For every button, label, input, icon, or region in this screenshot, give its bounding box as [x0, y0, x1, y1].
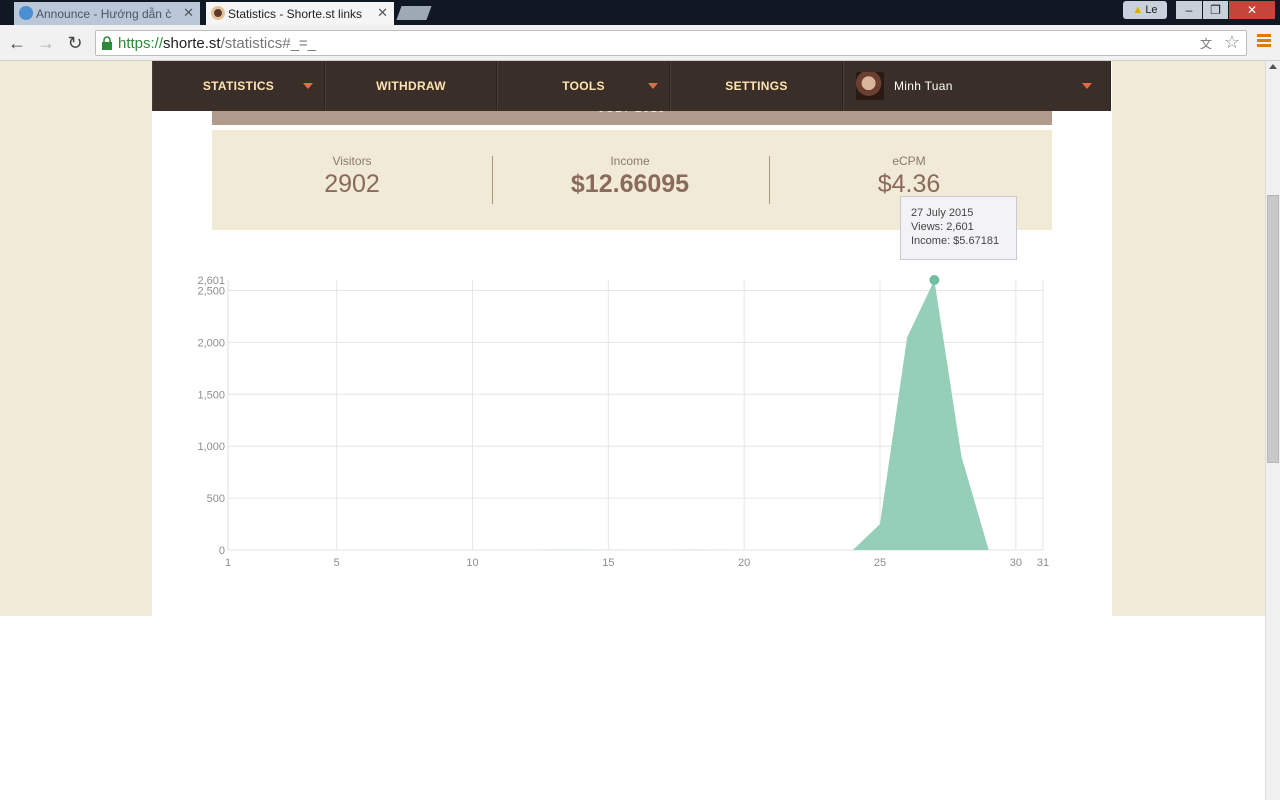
- restore-button[interactable]: ❐: [1203, 1, 1228, 19]
- chart-tooltip: 27 July 2015 Views: 2,601 Income: $5.671…: [900, 196, 1017, 260]
- views-chart[interactable]: 1 5 10 15 20 25 30 3105001,0001,5002,0002,5002,…: [180, 265, 1060, 575]
- window-close-button[interactable]: ✕: [1229, 1, 1275, 19]
- nav-withdraw-label: WITHDRAW: [376, 79, 446, 93]
- close-icon[interactable]: ✕: [377, 5, 388, 21]
- y-tick-label: 2,000: [197, 337, 225, 349]
- divider: [769, 156, 770, 204]
- y-tick-label: 500: [207, 493, 225, 505]
- tab-announce[interactable]: Announce - Hướng dẫn c̀ ✕: [14, 2, 200, 25]
- x-tick-label: 20: [738, 557, 750, 569]
- tooltip-date: 27 July 2015: [911, 207, 974, 219]
- site-navigation: STATISTICS WITHDRAW TOOLS SETTINGS Minh …: [152, 61, 1111, 111]
- reload-icon[interactable]: ↻: [64, 32, 86, 54]
- browser-tab-strip: Announce - Hướng dẫn c̀ ✕ Statistics - S…: [0, 0, 1280, 25]
- url-scheme: https://: [118, 34, 164, 52]
- announce-favicon-icon: [19, 6, 33, 20]
- visitors-stat: Visitors 2902: [272, 154, 432, 199]
- views-area: [228, 280, 1043, 550]
- x-tick-label: 30: [1010, 557, 1022, 569]
- back-arrow-icon[interactable]: ←: [6, 32, 28, 54]
- income-stat: Income $12.66095: [540, 154, 720, 199]
- nav-user-menu[interactable]: Minh Tuan: [843, 61, 1111, 111]
- lock-icon: [102, 36, 112, 50]
- x-tick-label: 10: [466, 557, 478, 569]
- nav-tools-label: TOOLS: [562, 79, 605, 93]
- url-host: shorte.st: [163, 34, 221, 52]
- page-scrollbar[interactable]: [1265, 61, 1280, 800]
- divider: [492, 156, 493, 204]
- nav-statistics[interactable]: STATISTICS: [152, 61, 325, 111]
- warning-icon: ▲: [1132, 4, 1144, 16]
- translate-icon[interactable]: 文: [1200, 35, 1216, 51]
- income-label: Income: [610, 154, 650, 168]
- y-max-label: 2,601: [197, 275, 225, 287]
- page-footer-area: [0, 616, 1265, 800]
- ecpm-label: eCPM: [892, 154, 926, 168]
- forward-arrow-icon[interactable]: →: [35, 32, 57, 54]
- new-tab-button[interactable]: [396, 6, 432, 20]
- nav-withdraw[interactable]: WITHDRAW: [325, 61, 497, 111]
- ecpm-value: $4.36: [877, 170, 941, 198]
- url-path: /statistics#_=_: [220, 34, 317, 52]
- scroll-up-arrow-icon[interactable]: [1269, 64, 1277, 69]
- x-tick-label: 5: [334, 557, 340, 569]
- nav-settings[interactable]: SETTINGS: [670, 61, 843, 111]
- y-tick-label: 1,500: [197, 389, 225, 401]
- y-tick-label: 1,000: [197, 441, 225, 453]
- dropdown-caret-icon: [303, 83, 313, 89]
- user-name: Minh Tuan: [894, 79, 953, 93]
- tooltip-views: Views: 2,601: [911, 221, 974, 233]
- browser-toolbar: ← → ↻ https:// shorte.st /statistics#_=_…: [0, 25, 1280, 61]
- y-tick-label: 2,500: [197, 285, 225, 297]
- dropdown-caret-icon: [648, 83, 658, 89]
- x-tick-label: 25: [874, 557, 886, 569]
- nav-tools[interactable]: TOOLS: [497, 61, 670, 111]
- shortest-favicon-icon: [211, 6, 225, 20]
- ecpm-stat: eCPM $4.36: [829, 154, 989, 199]
- profile-label: Le: [1145, 4, 1158, 16]
- nav-settings-label: SETTINGS: [725, 79, 788, 93]
- minimize-button[interactable]: ‒: [1176, 1, 1202, 19]
- bookmark-star-icon[interactable]: ☆: [1224, 32, 1240, 53]
- tab-title: Statistics - Shorte.st links: [228, 6, 363, 21]
- chrome-menu-icon[interactable]: [1257, 34, 1271, 50]
- nav-statistics-label: STATISTICS: [202, 79, 275, 93]
- x-tick-label: 31: [1037, 557, 1049, 569]
- y-tick-label: 0: [219, 545, 225, 557]
- x-tick-label: 1: [225, 557, 231, 569]
- income-value: $12.66095: [570, 170, 690, 198]
- x-tick-label: 15: [602, 557, 614, 569]
- tooltip-income: Income: $5.67181: [911, 235, 1000, 247]
- visitors-value: 2902: [324, 170, 380, 198]
- address-bar[interactable]: https:// shorte.st /statistics#_=_ 文 ☆: [95, 30, 1247, 56]
- visitors-label: Visitors: [332, 154, 372, 168]
- avatar: [856, 72, 884, 100]
- scroll-thumb[interactable]: [1267, 195, 1279, 463]
- tab-statistics[interactable]: Statistics - Shorte.st links ✕: [206, 2, 394, 25]
- close-icon[interactable]: ✕: [183, 5, 194, 21]
- highlight-point: [929, 275, 940, 285]
- dropdown-caret-icon: [1082, 83, 1092, 89]
- tab-title: Announce - Hướng dẫn c̀: [36, 6, 172, 21]
- profile-button[interactable]: ▲ Le: [1123, 1, 1167, 19]
